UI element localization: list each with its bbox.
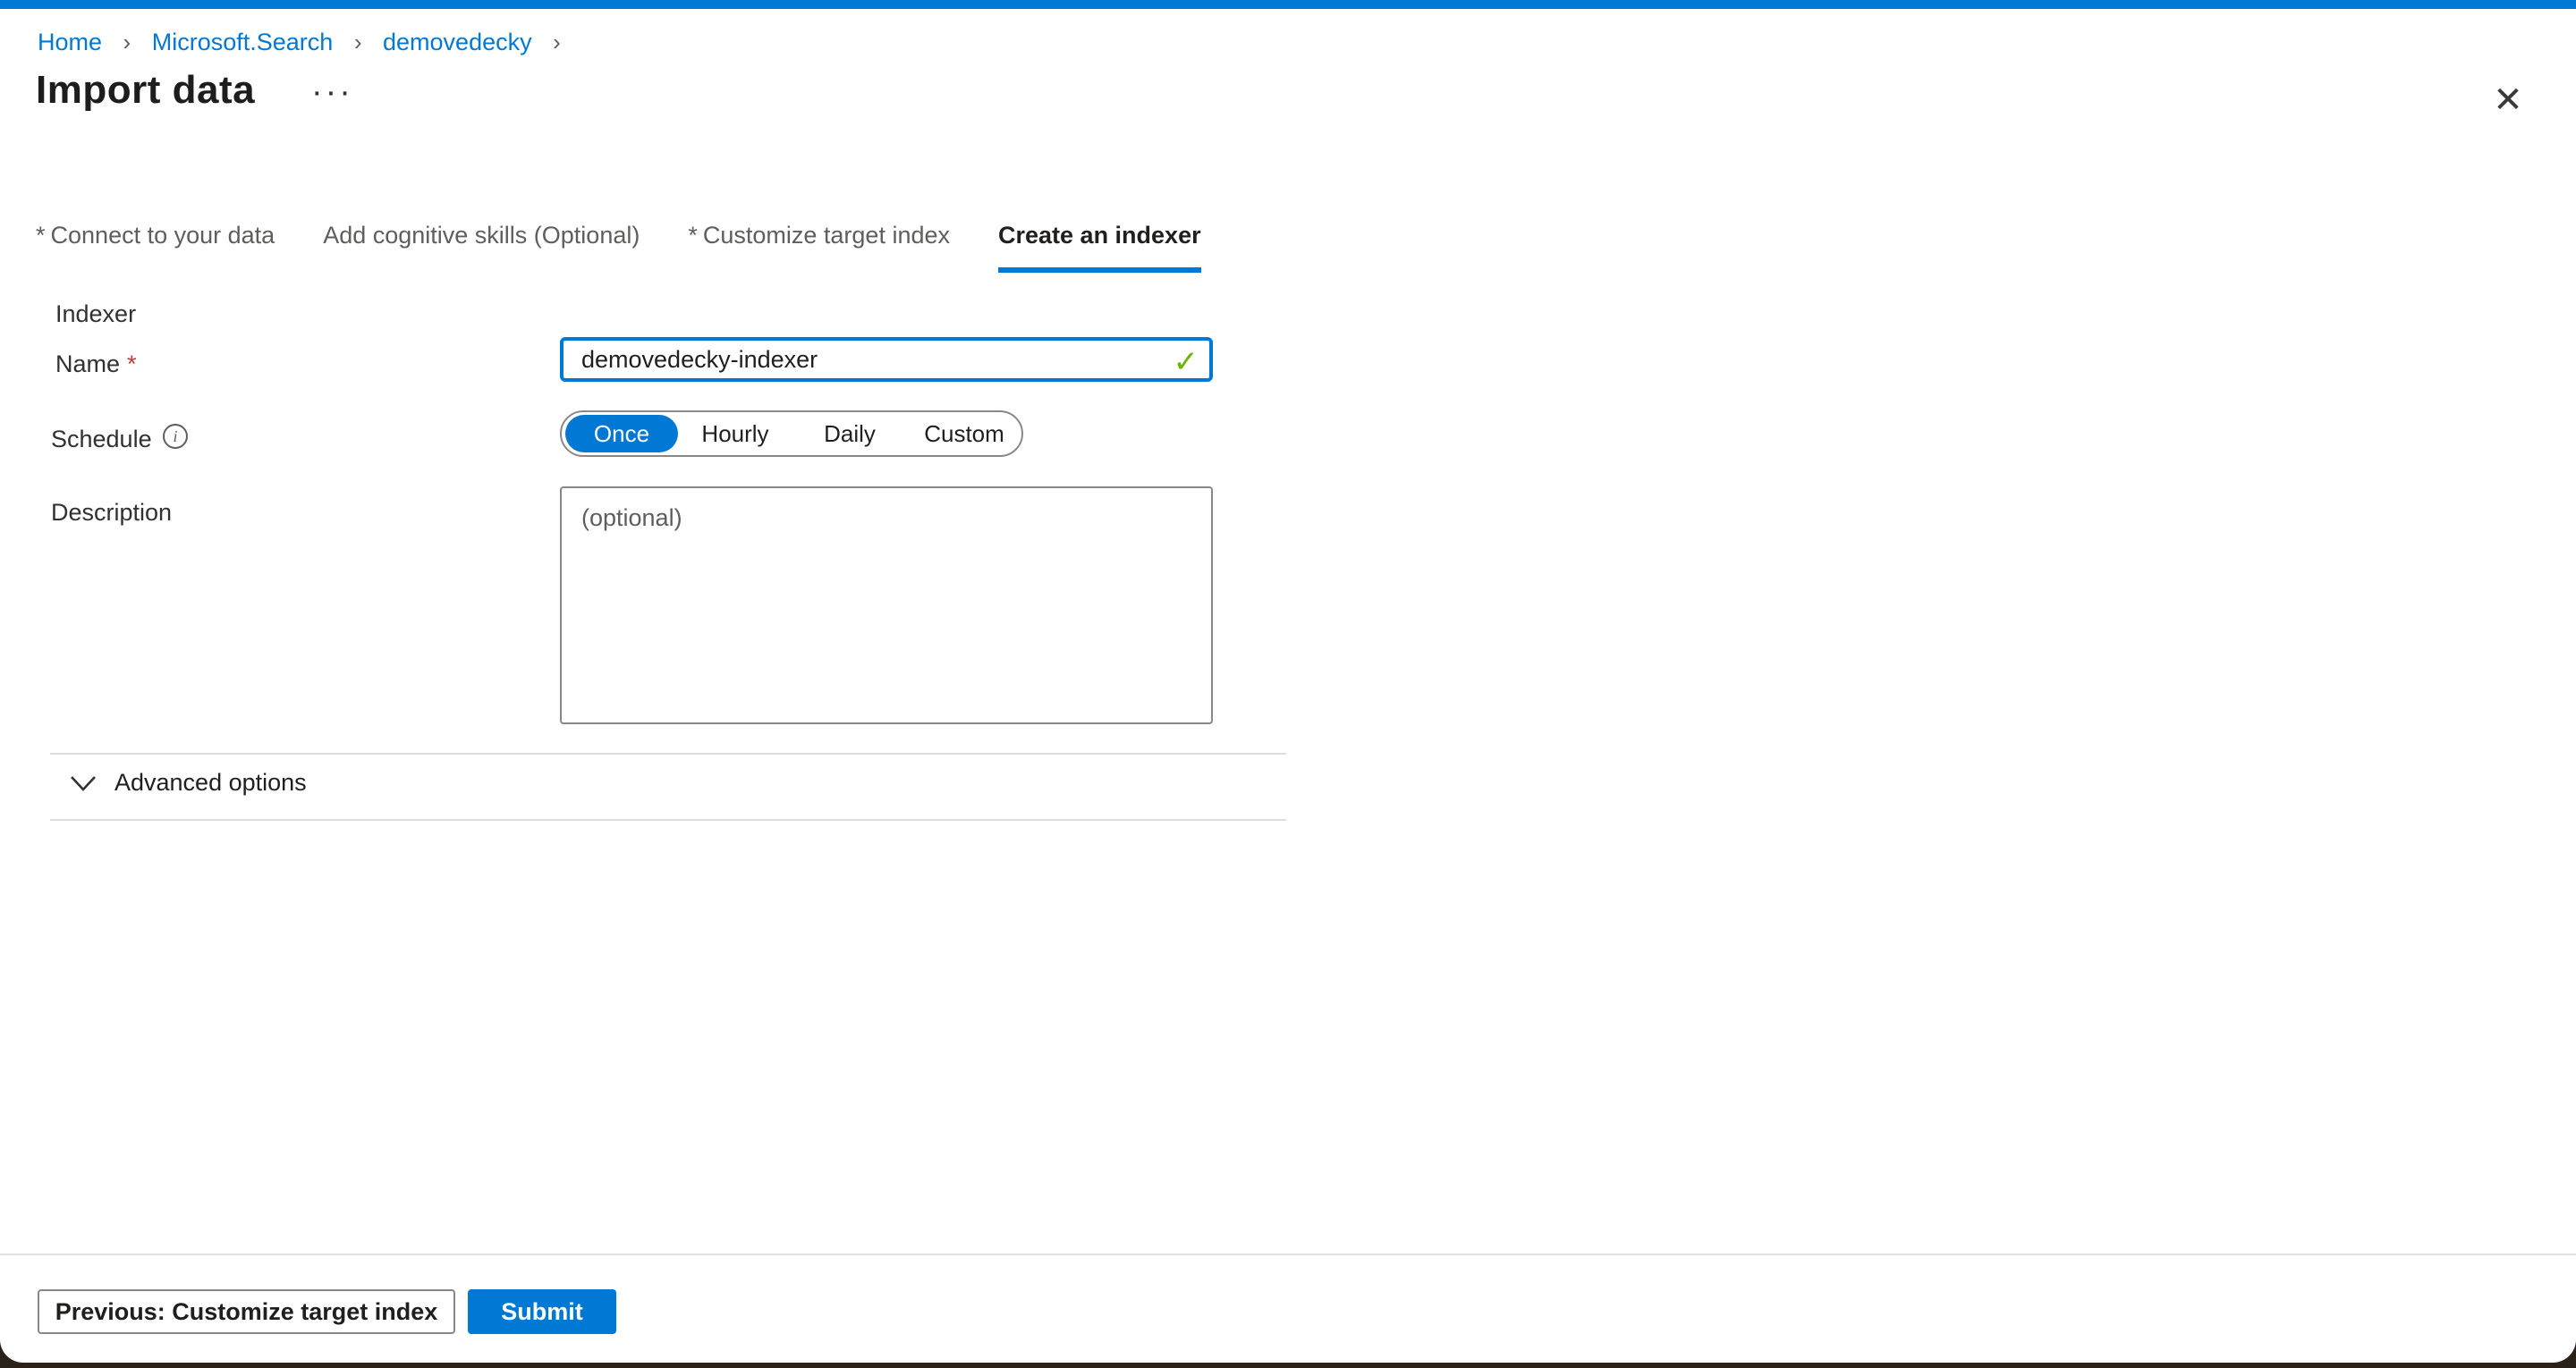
- schedule-option-hourly[interactable]: Hourly: [678, 420, 792, 448]
- schedule-option-custom[interactable]: Custom: [907, 420, 1021, 448]
- breadcrumb-link-microsoft-search[interactable]: Microsoft.Search: [152, 29, 334, 55]
- close-icon[interactable]: ✕: [2488, 80, 2528, 120]
- description-textarea[interactable]: [560, 486, 1213, 724]
- tab-add-cognitive-skills[interactable]: Add cognitive skills (Optional): [323, 222, 640, 273]
- breadcrumb: Home › Microsoft.Search › demovedecky ›: [38, 27, 575, 57]
- tab-label: Create an indexer: [998, 222, 1201, 249]
- wizard-tabs: *Connect to your data Add cognitive skil…: [36, 222, 1201, 273]
- divider: [50, 819, 1286, 821]
- previous-step-button[interactable]: Previous: Customize target index: [38, 1289, 455, 1334]
- tab-create-an-indexer[interactable]: Create an indexer: [998, 222, 1201, 273]
- breadcrumb-separator: ›: [354, 29, 362, 55]
- tab-label: Customize target index: [703, 222, 950, 249]
- breadcrumb-link-demovedecky[interactable]: demovedecky: [383, 29, 532, 55]
- import-data-panel: Home › Microsoft.Search › demovedecky › …: [0, 0, 2576, 1363]
- submit-button[interactable]: Submit: [468, 1289, 616, 1334]
- portal-top-accent-bar: [0, 0, 2576, 9]
- schedule-option-once[interactable]: Once: [565, 415, 678, 452]
- chevron-down-icon: [70, 774, 97, 792]
- schedule-label: Schedule: [51, 426, 152, 453]
- divider: [50, 753, 1286, 755]
- breadcrumb-link-home[interactable]: Home: [38, 29, 102, 55]
- tab-connect-to-your-data[interactable]: *Connect to your data: [36, 222, 275, 273]
- footer-divider: [0, 1254, 2576, 1255]
- name-field-container: ✓: [560, 337, 1213, 382]
- tab-customize-target-index[interactable]: *Customize target index: [688, 222, 950, 273]
- schedule-segmented-control: Once Hourly Daily Custom: [560, 410, 1023, 457]
- schedule-option-daily[interactable]: Daily: [792, 420, 907, 448]
- required-asterisk: *: [127, 350, 137, 377]
- tab-label: Connect to your data: [51, 222, 275, 249]
- indexer-name-input[interactable]: [560, 337, 1213, 382]
- advanced-options-label: Advanced options: [114, 769, 307, 797]
- more-options-icon[interactable]: ···: [311, 75, 353, 109]
- indexer-section-label: Indexer: [55, 300, 136, 328]
- page-title: Import data: [36, 68, 255, 113]
- name-label-text: Name: [55, 350, 120, 377]
- breadcrumb-separator: ›: [123, 29, 131, 55]
- advanced-options-toggle[interactable]: Advanced options: [70, 769, 307, 797]
- required-marker: *: [688, 222, 698, 249]
- breadcrumb-separator: ›: [553, 29, 561, 55]
- required-marker: *: [36, 222, 46, 249]
- description-label: Description: [51, 499, 172, 527]
- tab-label: Add cognitive skills (Optional): [323, 222, 640, 249]
- info-icon[interactable]: i: [163, 424, 188, 449]
- name-label: Name *: [55, 350, 137, 378]
